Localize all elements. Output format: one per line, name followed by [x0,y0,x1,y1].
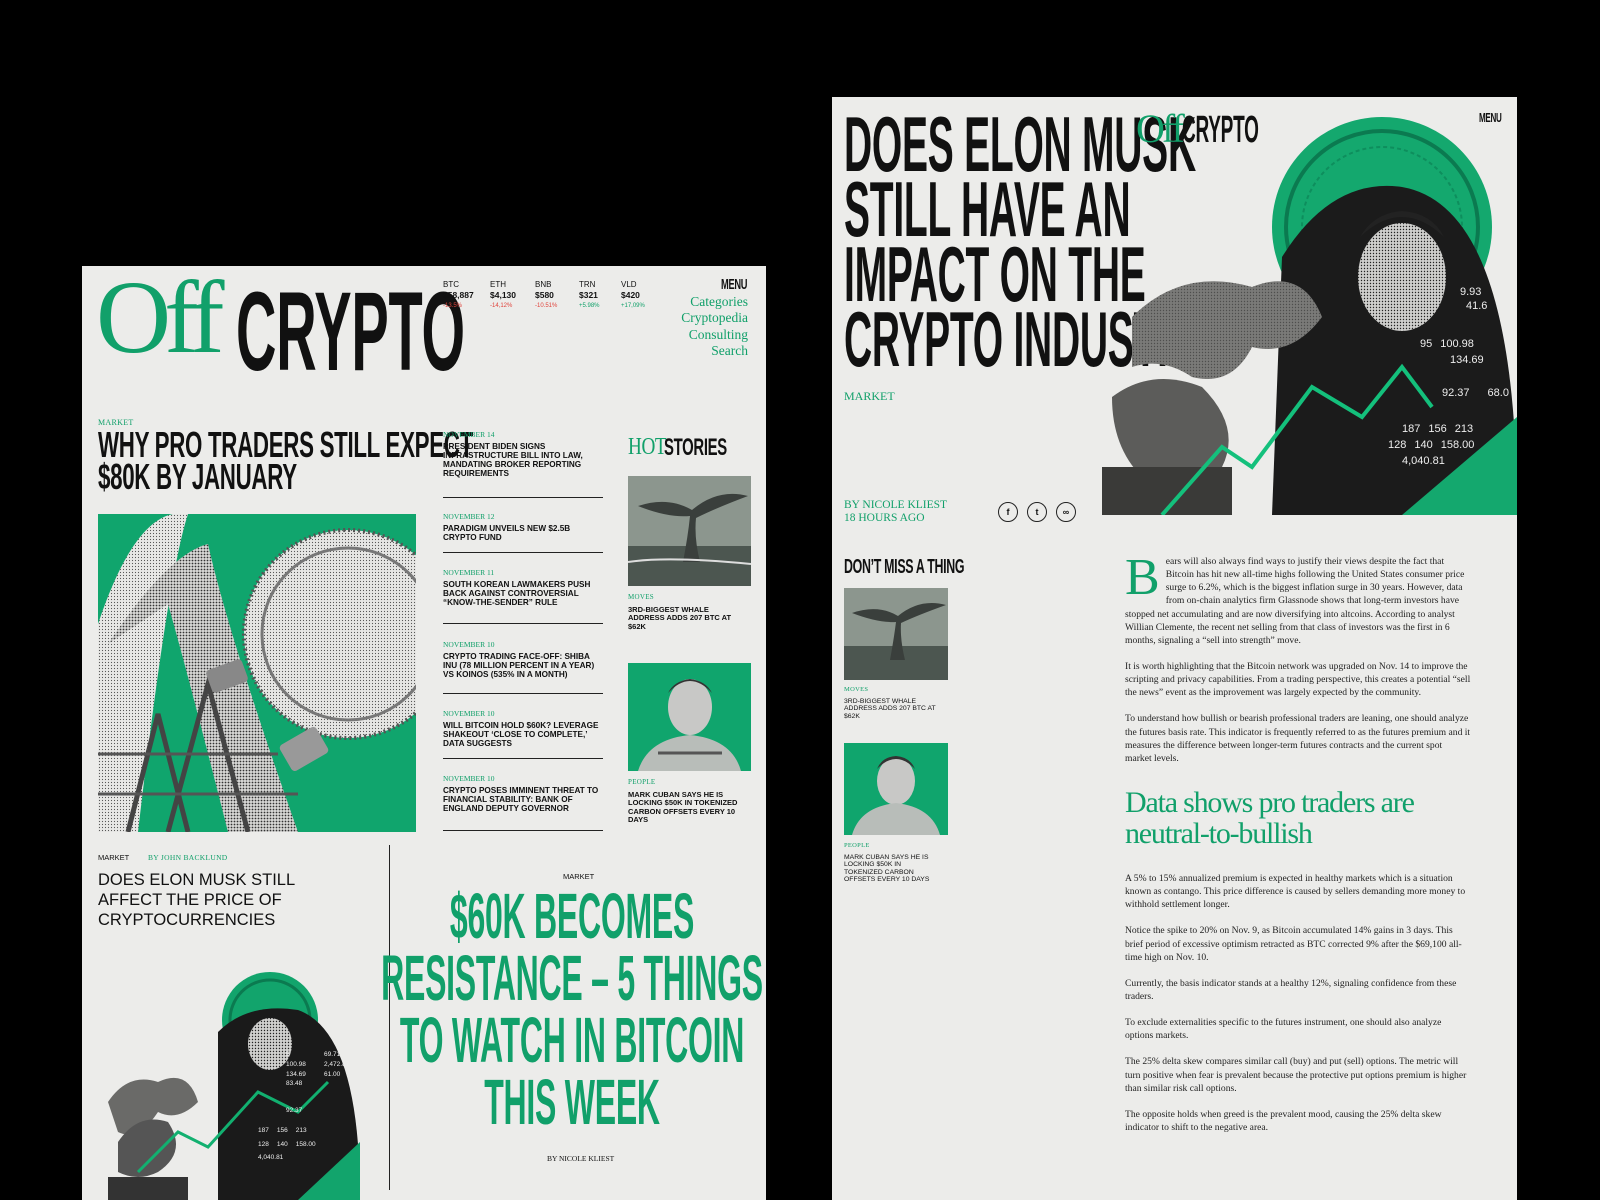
article-paragraph: ears will also always find ways to justi… [1125,556,1465,646]
logo[interactable]: Off CRYPTO [96,266,465,387]
article-paragraph: To understand how bullish or bearish pro… [1125,713,1471,764]
main-nav: MENU Categories Cryptopedia Consulting S… [681,276,748,360]
article-paragraph: It is worth highlighting that the Bitcoi… [1125,660,1471,699]
whale-image[interactable] [844,588,948,680]
article-paragraph: Notice the spike to 20% on Nov. 9, as Bi… [1125,925,1462,963]
news-item-5[interactable]: NOVEMBER 10 WILL BITCOIN HOLD $60K? LEVER… [443,709,603,748]
logo-off: Off [1136,106,1185,151]
cuban-image[interactable] [844,743,948,835]
nav-categories[interactable]: Categories [681,294,748,310]
whale-image[interactable] [628,476,751,586]
menu-button[interactable]: MENU [1479,110,1502,125]
hot-item-1-tag: MOVES [628,593,655,601]
dont-miss-item-1-tag: MOVES [844,686,869,693]
nav-consulting[interactable]: Consulting [681,327,748,343]
divider [443,497,603,498]
news-item-1[interactable]: NOVEMBER 14 PRESIDENT BIDEN SIGNS INFRAST… [443,430,603,478]
nav-search[interactable]: Search [681,343,748,359]
hot-stories-label: STORIES [664,434,727,461]
logo-off: Off [96,266,224,375]
dont-miss-item-1-title[interactable]: 3RD-BIGGEST WHALE ADDRESS ADDS 207 BTC A… [844,698,940,720]
whale-tail-illustration [628,476,751,586]
hot-item-2-title[interactable]: MARK CUBAN SAYS HE IS LOCKING $50K IN TO… [628,790,738,824]
article-paragraph: To exclude externalities specific to the… [1125,1017,1442,1042]
news-item-3[interactable]: NOVEMBER 11 SOUTH KOREAN LAWMAKERS PUSH B… [443,568,603,607]
feature-headline[interactable]: $60K BECOMES RESISTANCE – 5 THINGS TO WA… [381,884,763,1134]
musk-card-tag: MARKET [98,853,130,862]
news-item-2[interactable]: NOVEMBER 12 PARADIGM UNVEILS NEW $2.5B CR… [443,512,603,542]
divider [443,552,603,553]
article-subhead: Data shows pro traders are neutral-to-bu… [1125,785,1415,851]
divider [443,758,603,759]
facebook-icon[interactable]: f [998,502,1018,522]
musk-card-title[interactable]: DOES ELON MUSK STILL AFFECT THE PRICE OF… [98,870,318,930]
musk-bull-bear-collage [1102,117,1517,515]
portrait-illustration [852,756,940,835]
news-item-4[interactable]: NOVEMBER 10 CRYPTO TRADING FACE-OFF: SHIB… [443,640,603,679]
homepage-panel: Off CRYPTO BTC $58,887 -13.5% ETH $4,130 -14… [82,266,766,1200]
musk-card-byline[interactable]: BY JOHN BACKLUND [148,853,228,862]
article-byline: BY NICOLE KLIEST 18 HOURS AGO [844,499,948,524]
twitter-icon[interactable]: t [1027,502,1047,522]
article-tag[interactable]: MARKET [844,389,895,404]
article-panel: DOES ELON MUSK STILL HAVE AN IMPACT ON T… [832,97,1517,1200]
dont-miss-heading: DON’T MISS A THING [844,556,965,578]
dropcap: B [1125,549,1160,606]
divider [443,623,603,624]
article-logo[interactable]: Off [1136,106,1185,151]
ticker-vld[interactable]: VLD $420 +17,09% [621,280,645,310]
article-paragraph: The opposite holds when greed is the pre… [1125,1108,1442,1133]
lead-headline[interactable]: WHY PRO TRADERS STILL EXPECT $80K BY JAN… [98,426,703,494]
musk-collage-image[interactable]: 5 100.98 134.69 83.48 69.71 2,472.87 61.… [98,972,378,1200]
logo-crypto: CRYPTO [236,269,465,394]
article-hero-image: 9.93 41.6 95 100.98 134.69 92.37 68.0 18… [1102,117,1517,515]
ticker-eth[interactable]: ETH $4,130 -14,12% [490,280,516,310]
hot-item-2-tag: PEOPLE [628,778,656,786]
article-body: B ears will also always find ways to jus… [1125,549,1471,1147]
ticker-bnb[interactable]: BNB $580 -10.51% [535,280,557,310]
feature-byline[interactable]: BY NICOLE KLIEST [547,1154,614,1163]
whale-tail-illustration [844,588,948,680]
nav-cryptopedia[interactable]: Cryptopedia [681,310,748,326]
dont-miss-item-2-title[interactable]: MARK CUBAN SAYS HE IS LOCKING $50K IN TO… [844,854,940,884]
ticker-trn[interactable]: TRN $321 +5.98% [579,280,600,310]
cuban-image[interactable] [628,663,751,771]
article-paragraph: A 5% to 15% annualized premium is expect… [1125,872,1466,911]
article-paragraph: Currently, the basis indicator stands at… [1125,977,1457,1002]
rollercoaster-illustration [98,514,416,832]
divider [443,693,603,694]
hot-item-1-title[interactable]: 3RD-BIGGEST WHALE ADDRESS ADDS 207 BTC A… [628,605,738,631]
news-item-6[interactable]: NOVEMBER 10 CRYPTO POSES IMMINENT THREAT … [443,774,603,813]
portrait-illustration [638,679,741,771]
link-icon[interactable]: ∞ [1056,502,1076,522]
musk-bull-collage [108,972,360,1200]
dont-miss-item-2-tag: PEOPLE [844,842,870,849]
ticker-btc[interactable]: BTC $58,887 -13.5% [443,280,474,310]
menu-button[interactable]: MENU [721,276,747,293]
lead-image[interactable] [98,514,416,832]
column-divider [389,845,390,1190]
article-paragraph: The 25% delta skew compares similar call… [1125,1056,1467,1094]
divider [443,830,603,831]
logo-crypto: CRYPTO [1182,109,1259,151]
